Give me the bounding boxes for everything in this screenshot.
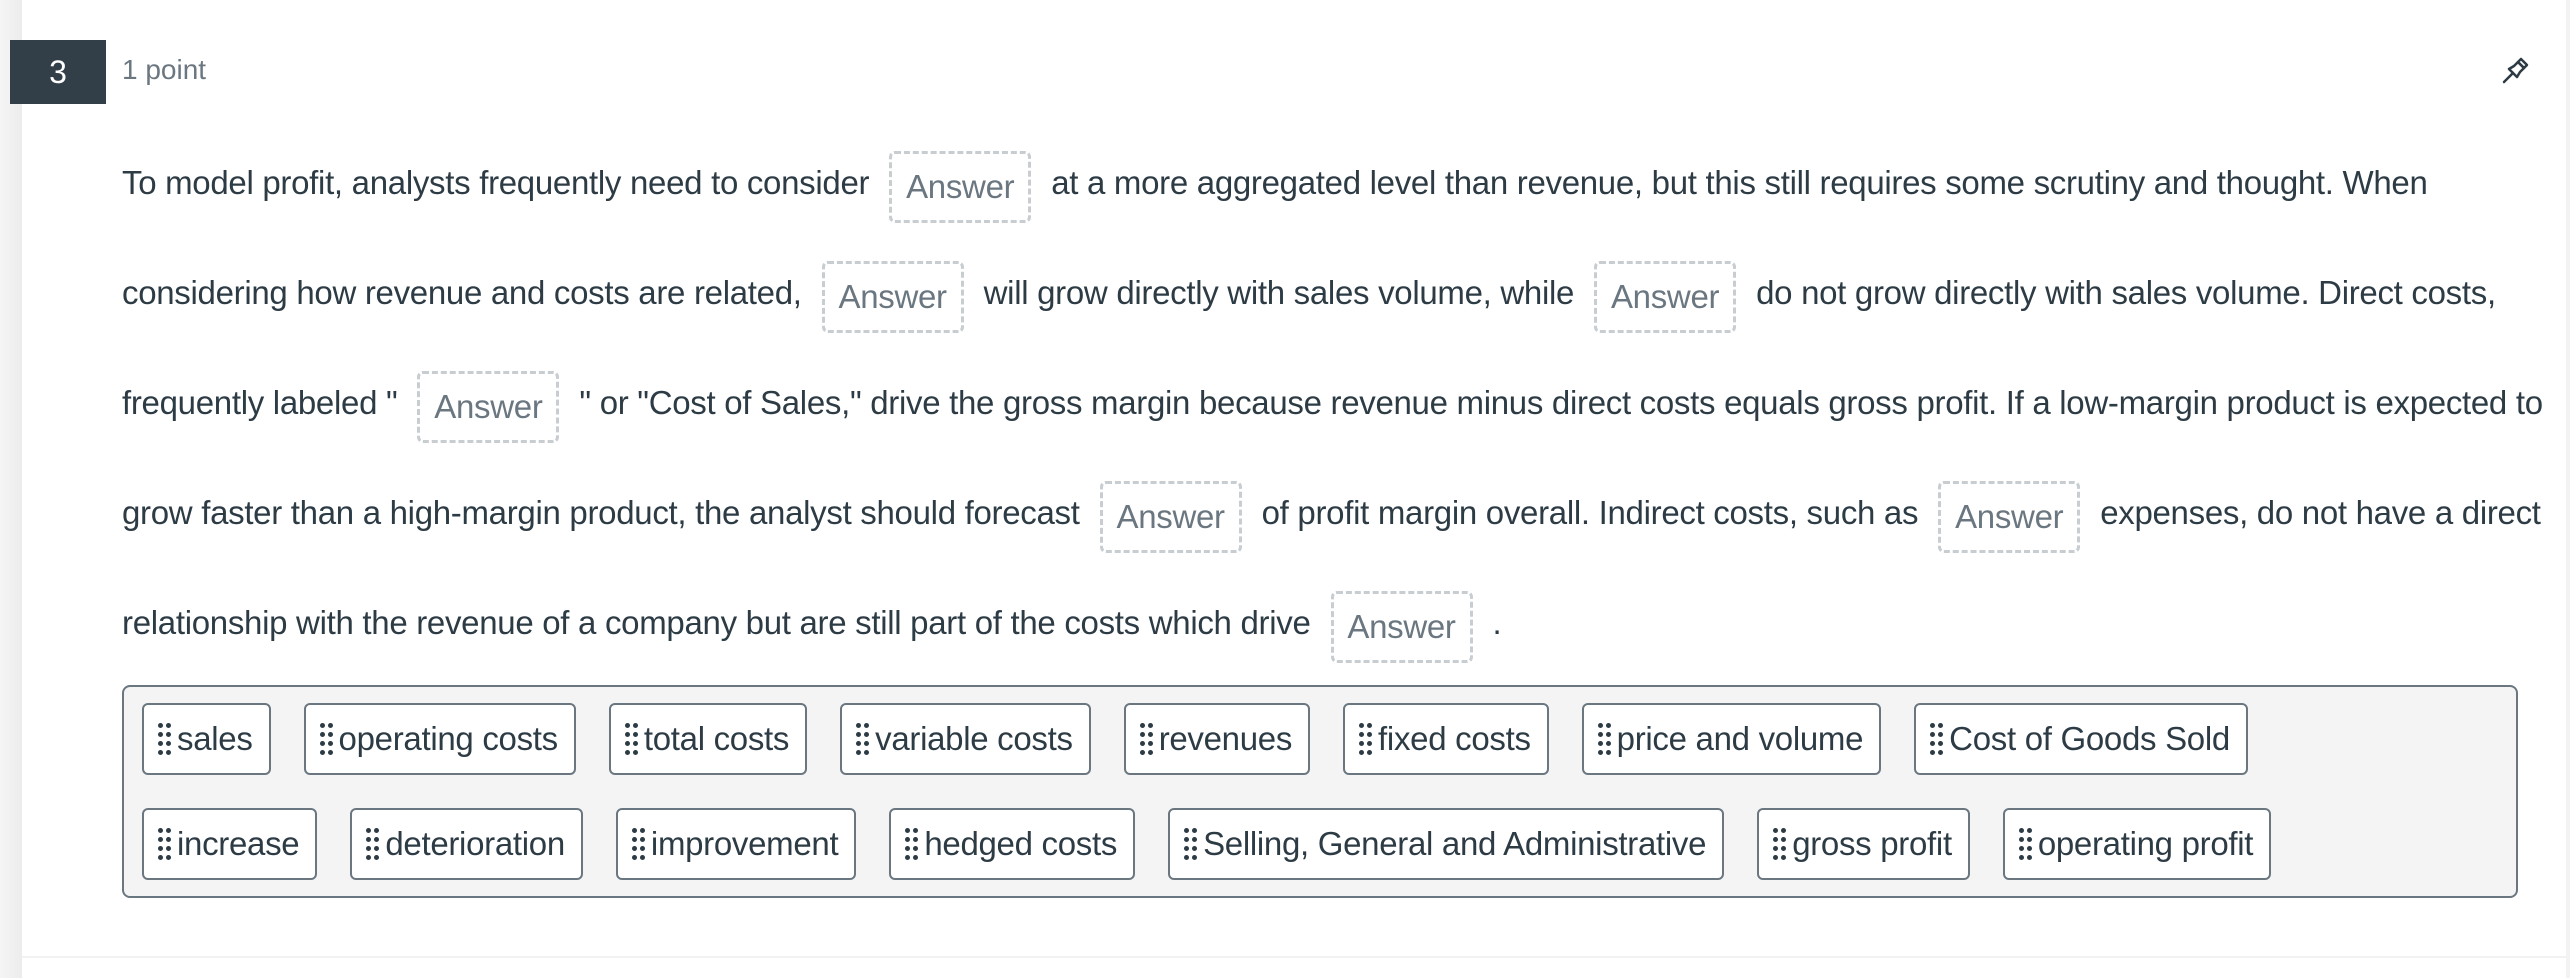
question-points: 1 point (122, 54, 207, 85)
answer-drop-zone-5[interactable]: Answer (1099, 481, 1242, 554)
question-text-segment: will grow directly with sales volume, wh… (983, 274, 1575, 311)
answer-token[interactable]: operating profit (2002, 808, 2272, 880)
drag-handle-icon (158, 828, 171, 860)
question-line: relationship with the revenue of a compa… (122, 568, 2522, 678)
answer-drop-zone-2[interactable]: Answer (821, 261, 964, 334)
scrollbar-track[interactable] (2566, 0, 2570, 978)
drag-handle-icon (319, 723, 333, 755)
answer-token[interactable]: Selling, General and Administrative (1168, 808, 1725, 880)
question-text: To model profit, analysts frequently nee… (122, 128, 2543, 678)
answer-token-label: operating profit (2037, 825, 2254, 862)
answer-drop-zone-7[interactable]: Answer (1330, 591, 1473, 664)
drag-handle-icon (158, 723, 171, 755)
answer-drop-zone-4[interactable]: Answer (417, 371, 560, 444)
question-text-segment: considering how revenue and costs are re… (122, 274, 802, 311)
answer-drop-zone-3[interactable]: Answer (1594, 261, 1737, 334)
answer-bank[interactable]: sales operating costs total costs variable … (122, 685, 2518, 898)
answer-token-label: fixed costs (1378, 720, 1531, 757)
answer-token-label: sales (177, 720, 253, 757)
question-text-segment: To model profit, analysts frequently nee… (122, 164, 870, 201)
answer-token-label: increase (177, 825, 300, 862)
question-number: 3 (10, 40, 106, 104)
question-line: frequently labeled " Answer " or "Cost of … (122, 348, 2543, 458)
question-text-segment: do not grow directly with sales volume. … (1756, 274, 2496, 311)
answer-token-label: Selling, General and Administrative (1203, 825, 1707, 862)
drag-handle-icon (1184, 828, 1198, 860)
pin-icon[interactable] (2496, 50, 2536, 90)
drag-handle-icon (624, 723, 638, 755)
answer-drop-zone-1[interactable]: Answer (889, 151, 1032, 224)
question-text-segment: " or "Cost of Sales," drive the gross ma… (579, 384, 2543, 421)
drag-handle-icon (905, 828, 919, 860)
question-line: considering how revenue and costs are re… (122, 238, 2522, 348)
drag-handle-icon (631, 828, 645, 860)
answer-token-label: operating costs (338, 720, 559, 757)
drag-handle-icon (1930, 723, 1944, 755)
question-text-segment: frequently labeled " (122, 384, 398, 421)
left-gutter (0, 0, 22, 978)
answer-token[interactable]: fixed costs (1343, 703, 1549, 775)
answer-token-label: Cost of Goods Sold (1949, 720, 2230, 757)
question-text-segment: of profit margin overall. Indirect costs… (1261, 494, 1919, 531)
question-text-segment: expenses, do not have a direct (2100, 494, 2541, 531)
answer-token[interactable]: revenues (1123, 703, 1311, 775)
answer-token[interactable]: total costs (608, 703, 808, 775)
drag-handle-icon (2018, 828, 2032, 860)
question-divider (22, 956, 2566, 958)
answer-token[interactable]: price and volume (1581, 703, 1882, 775)
question-text-segment: . (1492, 604, 1502, 641)
answer-token[interactable]: operating costs (303, 703, 576, 775)
drag-handle-icon (1773, 828, 1787, 860)
answer-token[interactable]: Cost of Goods Sold (1914, 703, 2248, 775)
answer-token-label: variable costs (875, 720, 1073, 757)
answer-bank-row: sales operating costs total costs variable … (142, 703, 2281, 775)
question-text-segment: relationship with the revenue of a compa… (122, 604, 1311, 641)
drag-handle-icon (856, 723, 870, 755)
answer-token[interactable]: variable costs (840, 703, 1091, 775)
answer-token-label: improvement (650, 825, 839, 862)
answer-token[interactable]: deterioration (350, 808, 583, 880)
answer-token[interactable]: increase (142, 808, 318, 880)
answer-token-label: revenues (1158, 720, 1293, 757)
answer-token[interactable]: hedged costs (889, 808, 1136, 880)
answer-token-label: gross profit (1792, 825, 1952, 862)
answer-token[interactable]: improvement (615, 808, 857, 880)
drag-handle-icon (1139, 723, 1153, 755)
question-text-segment: grow faster than a high-margin product, … (122, 494, 1080, 531)
answer-token-label: hedged costs (924, 825, 1118, 862)
drag-handle-icon (1359, 723, 1373, 755)
drag-handle-icon (1597, 723, 1611, 755)
answer-bank-row: increase deterioration improvement hedged c… (142, 808, 2304, 880)
question-line: grow faster than a high-margin product, … (122, 458, 2541, 568)
answer-token[interactable]: gross profit (1757, 808, 1970, 880)
question-line: To model profit, analysts frequently nee… (122, 128, 2522, 238)
answer-token-label: deterioration (385, 825, 565, 862)
answer-token[interactable]: sales (142, 703, 271, 775)
answer-token-label: price and volume (1616, 720, 1864, 757)
question-text-segment: at a more aggregated level than revenue,… (1051, 164, 2428, 201)
answer-drop-zone-6[interactable]: Answer (1938, 481, 2081, 554)
answer-token-label: total costs (643, 720, 790, 757)
drag-handle-icon (366, 828, 380, 860)
